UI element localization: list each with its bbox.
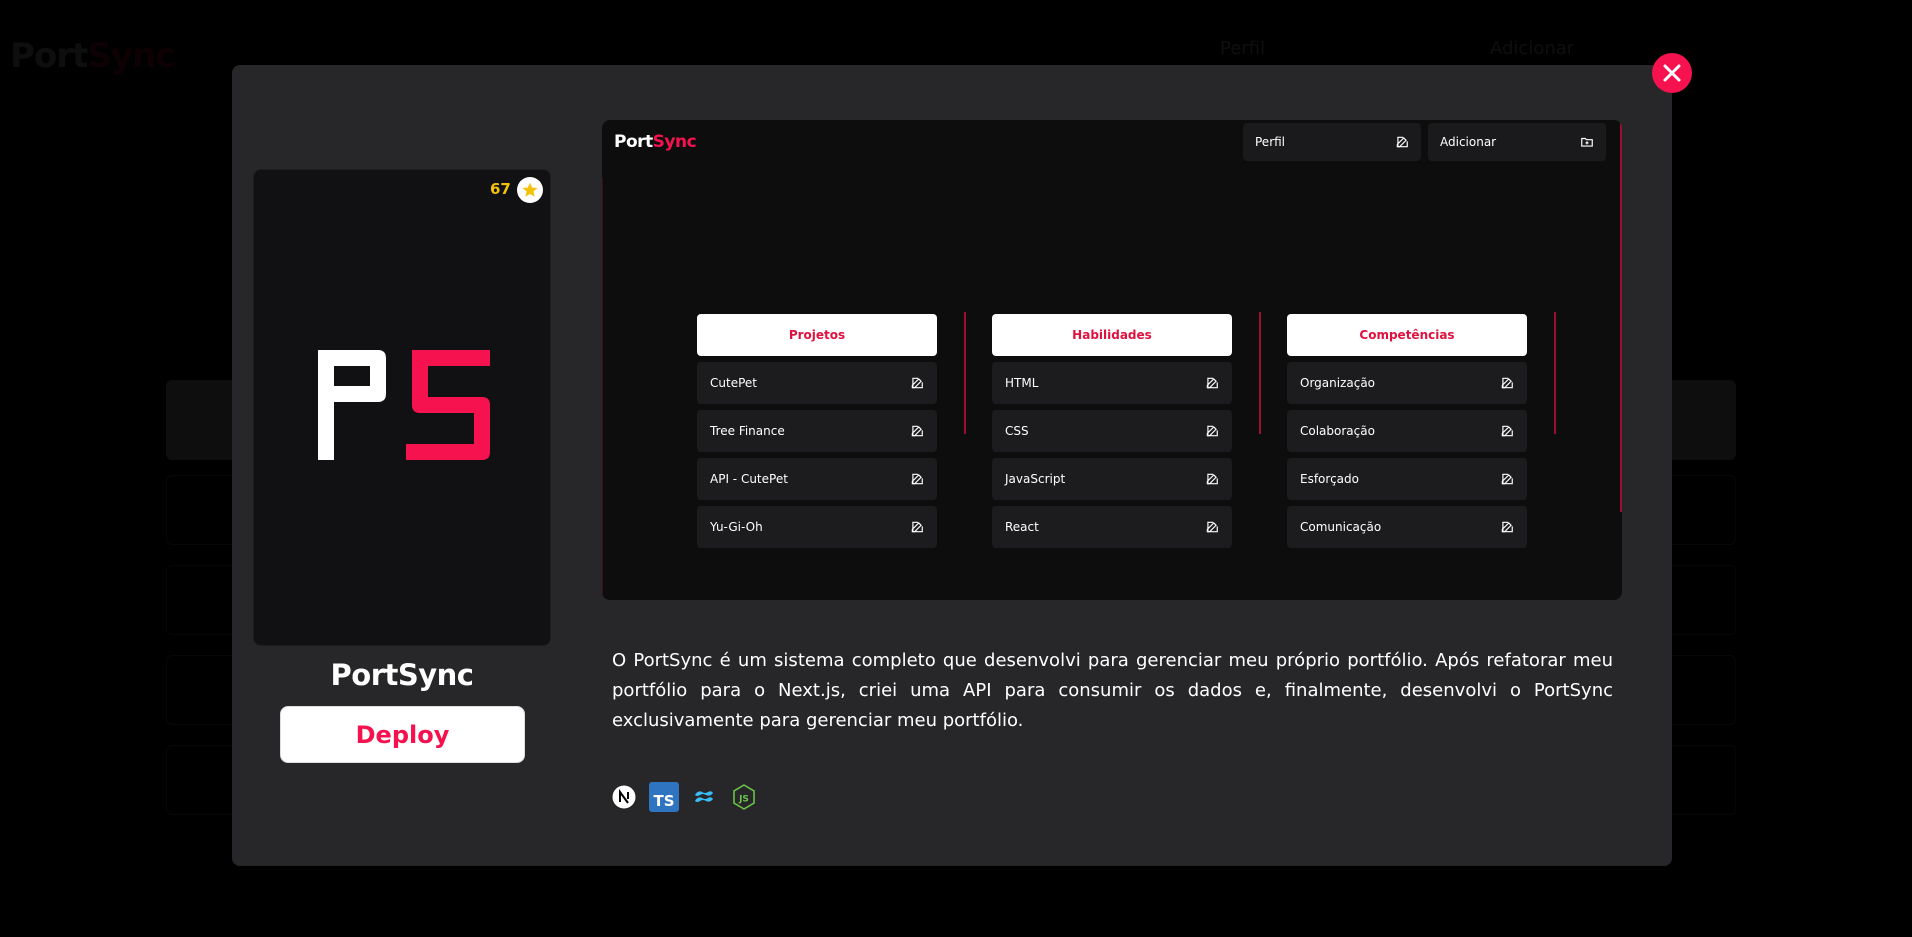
list-item: React [992,506,1232,548]
project-title: PortSync [330,658,474,692]
background-nav-perfil: Perfil [1220,38,1266,59]
list-item: Esforçado [1287,458,1527,500]
background-nav: Perfil Adicionar [1220,38,1720,59]
edit-icon [1501,425,1513,437]
preview-column-divider [1259,312,1261,434]
list-item: JavaScript [992,458,1232,500]
list-item: Colaboração [1287,410,1527,452]
preview-column-projetos: Projetos CutePet Tree Finance API - Cute… [697,314,937,548]
close-button[interactable] [1652,53,1692,93]
preview-nav-adicionar: Adicionar [1428,123,1606,161]
edit-icon [911,377,923,389]
typescript-icon: TS [649,782,679,812]
edit-icon [1206,377,1218,389]
preview-border-line [1620,120,1622,512]
project-description: O PortSync é um sistema completo que des… [612,650,1613,731]
deploy-button[interactable]: Deploy [280,706,525,763]
edit-icon [1501,377,1513,389]
preview-column-divider [964,312,966,434]
preview-column-title: Competências [1287,314,1527,356]
list-item: Organização [1287,362,1527,404]
preview-column-habilidades: Habilidades HTML CSS JavaScript React [992,314,1232,548]
star-count: 67 [490,180,511,198]
nextjs-icon [609,782,639,812]
close-icon [1663,64,1681,82]
svg-text:TS: TS [653,792,674,810]
preview-column-title: Projetos [697,314,937,356]
project-preview-image: PortSync Perfil Adicionar Projetos CuteP… [602,120,1622,600]
star-button[interactable] [517,177,543,203]
svg-text:JS: JS [738,795,749,805]
star-icon [522,182,538,197]
list-item: Yu-Gi-Oh [697,506,937,548]
edit-icon [1501,473,1513,485]
edit-icon [1206,473,1218,485]
nodejs-icon: JS [729,782,759,812]
list-item: Comunicação [1287,506,1527,548]
portsync-logo-icon [318,350,490,460]
edit-icon [1206,425,1218,437]
list-item: API - CutePet [697,458,937,500]
list-item: HTML [992,362,1232,404]
edit-icon [911,473,923,485]
background-nav-adicionar: Adicionar [1490,38,1575,59]
tailwind-icon [689,782,719,812]
preview-column-title: Habilidades [992,314,1232,356]
edit-icon [1501,521,1513,533]
edit-icon [1206,521,1218,533]
folder-add-icon [1581,137,1593,147]
project-cover: 67 [253,169,551,646]
preview-column-divider [1554,312,1556,434]
list-item: Tree Finance [697,410,937,452]
background-logo: PortSync [10,36,175,76]
preview-border-line [602,178,603,598]
tech-stack: TS JS [609,782,759,812]
list-item: CSS [992,410,1232,452]
edit-icon [911,521,923,533]
preview-logo: PortSync [614,132,697,152]
preview-column-competencias: Competências Organização Colaboração Esf… [1287,314,1527,548]
edit-icon [1396,136,1408,148]
preview-nav-perfil: Perfil [1243,123,1421,161]
edit-icon [911,425,923,437]
list-item: CutePet [697,362,937,404]
